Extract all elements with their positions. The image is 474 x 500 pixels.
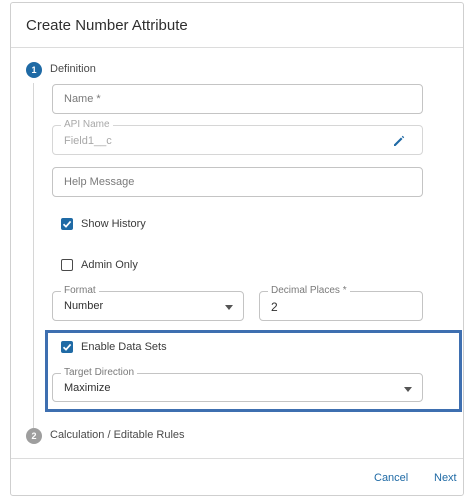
check-icon bbox=[62, 220, 72, 228]
decimal-places-field[interactable]: Decimal Places * 2 bbox=[259, 285, 423, 321]
help-message-placeholder: Help Message bbox=[64, 176, 135, 188]
check-icon bbox=[62, 343, 72, 351]
step-1-indicator: 1 bbox=[26, 62, 42, 78]
step-2-label[interactable]: Calculation / Editable Rules bbox=[50, 429, 185, 441]
step-connector-line bbox=[33, 83, 34, 428]
name-placeholder: Name * bbox=[64, 93, 101, 105]
show-history-label: Show History bbox=[81, 218, 146, 230]
chevron-down-icon bbox=[404, 387, 412, 392]
format-select[interactable]: Format Number bbox=[52, 285, 244, 321]
enable-data-sets-checkbox[interactable] bbox=[61, 341, 73, 353]
format-value: Number bbox=[64, 300, 104, 312]
target-direction-label: Target Direction bbox=[61, 367, 138, 379]
next-button[interactable]: Next bbox=[434, 472, 457, 484]
chevron-down-icon bbox=[225, 305, 233, 310]
step-1-label: Definition bbox=[50, 63, 96, 75]
admin-only-checkbox[interactable] bbox=[61, 259, 73, 271]
admin-only-label: Admin Only bbox=[81, 259, 138, 271]
api-name-value: Field1__c bbox=[64, 135, 112, 147]
cancel-button[interactable]: Cancel bbox=[374, 472, 408, 484]
dialog-title: Create Number Attribute bbox=[26, 17, 188, 34]
step-2-indicator: 2 bbox=[26, 428, 42, 444]
dialog-header: Create Number Attribute bbox=[11, 3, 463, 48]
pencil-icon[interactable] bbox=[392, 134, 406, 148]
show-history-checkbox[interactable] bbox=[61, 218, 73, 230]
format-label: Format bbox=[61, 285, 99, 297]
target-direction-select[interactable]: Target Direction Maximize bbox=[52, 367, 423, 402]
enable-data-sets-label: Enable Data Sets bbox=[81, 341, 167, 353]
decimal-places-value: 2 bbox=[271, 300, 278, 314]
target-direction-value: Maximize bbox=[64, 382, 111, 394]
api-name-field: API Name Field1__c bbox=[52, 119, 423, 155]
decimal-places-label: Decimal Places * bbox=[268, 285, 350, 297]
api-name-label: API Name bbox=[61, 119, 113, 131]
name-field[interactable]: Name * bbox=[52, 84, 423, 114]
create-number-attribute-dialog: Create Number Attribute 1 Definition Nam… bbox=[10, 2, 464, 496]
help-message-field[interactable]: Help Message bbox=[52, 167, 423, 197]
footer-divider bbox=[11, 458, 463, 459]
